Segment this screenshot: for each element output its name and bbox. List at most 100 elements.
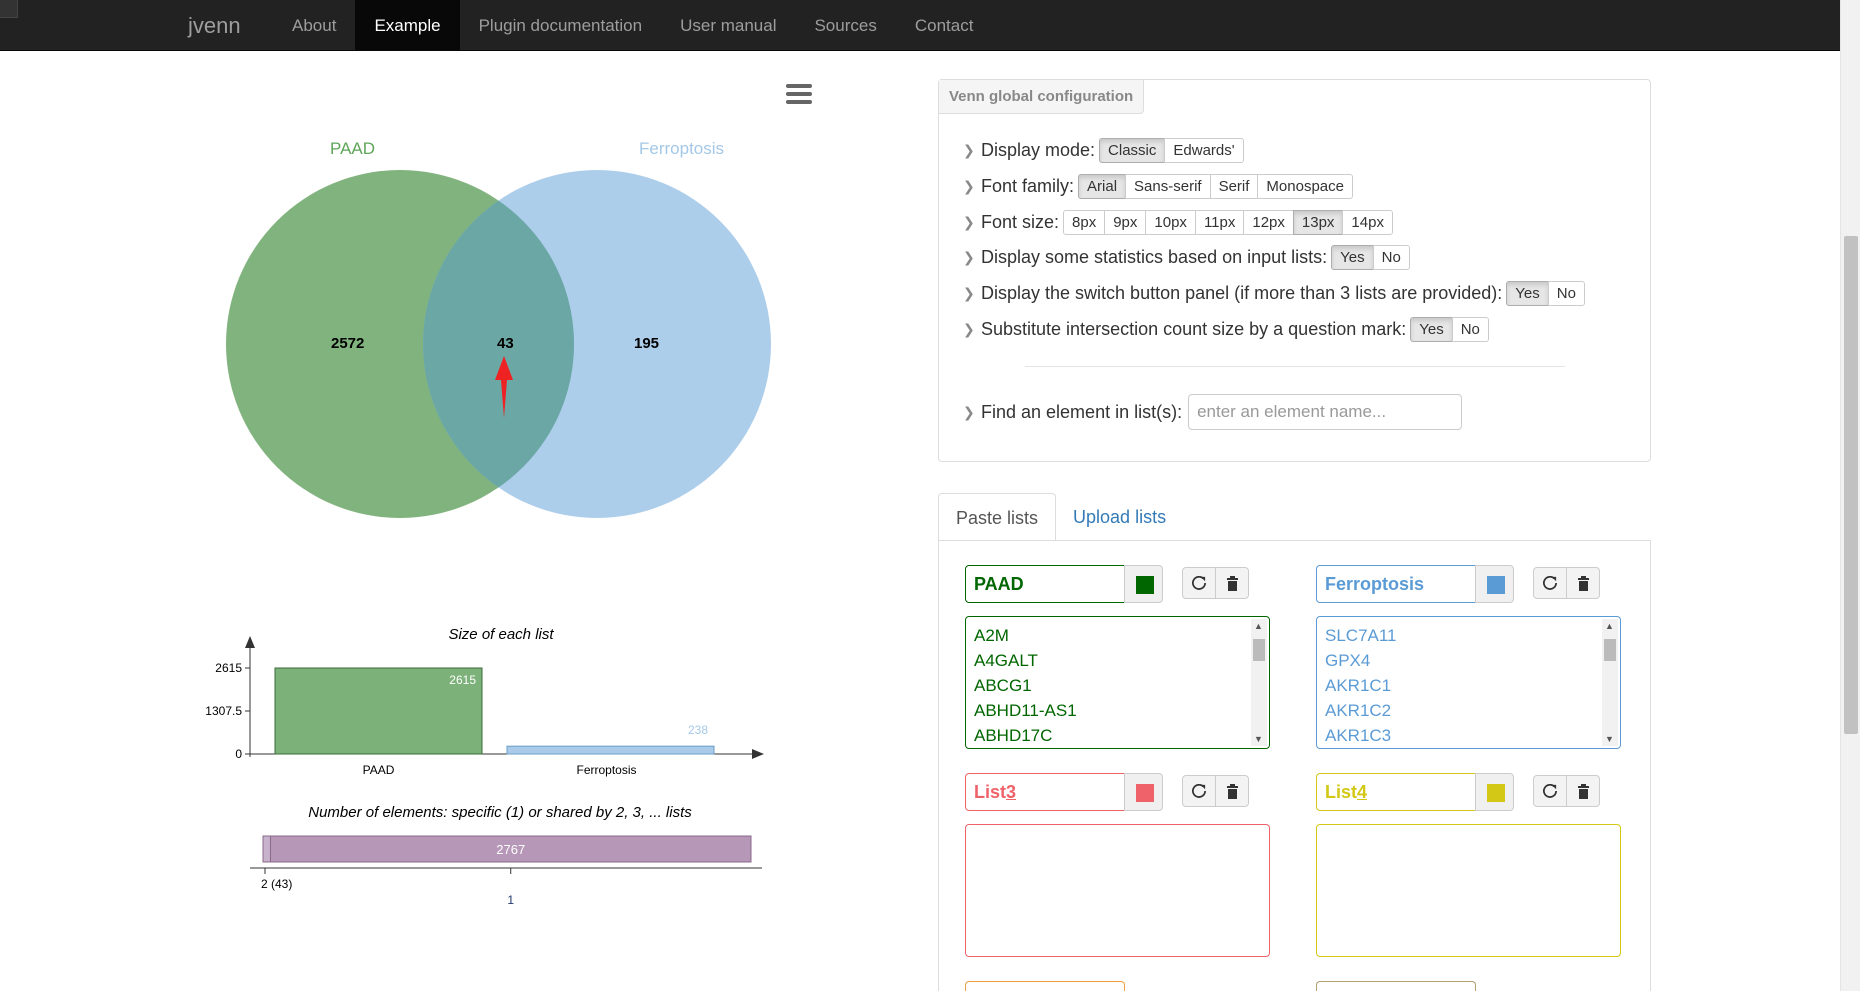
page-scrollbar[interactable] [1840, 0, 1860, 991]
color-picker-button[interactable] [1475, 565, 1514, 603]
refresh-icon[interactable] [1533, 567, 1567, 599]
list-item: ABHD17C [974, 726, 1053, 745]
font-size-13px[interactable]: 13px [1292, 210, 1344, 235]
list-name-input[interactable]: List 4 [1316, 773, 1476, 811]
font-size-14px[interactable]: 14px [1342, 210, 1393, 235]
color-picker-button[interactable] [1475, 773, 1514, 811]
font-family-monospace[interactable]: Monospace [1257, 174, 1353, 199]
venn-global-configuration: Venn global configuration ❯ Display mode… [938, 79, 1651, 462]
chevron-right-icon: ❯ [963, 249, 975, 265]
list-name-prefix: List [974, 781, 1007, 802]
x-tick-label: PAAD [363, 763, 395, 777]
font-size-9px[interactable]: 9px [1104, 210, 1147, 235]
display-mode-edwards[interactable]: Edwards' [1164, 138, 1244, 163]
statistics-no[interactable]: No [1372, 245, 1410, 270]
nav-example[interactable]: Example [355, 0, 460, 51]
venn-count-paad-only[interactable]: 2572 [331, 335, 364, 352]
list-actions [1533, 567, 1600, 599]
trash-icon[interactable] [1215, 775, 1249, 807]
font-size-12px[interactable]: 12px [1243, 210, 1294, 235]
question-mark-yes[interactable]: Yes [1410, 317, 1453, 342]
list-name-input[interactable]: PAAD [965, 565, 1125, 603]
font-family-sans-serif[interactable]: Sans-serif [1125, 174, 1211, 199]
question-mark-no[interactable]: No [1451, 317, 1489, 342]
nav-about[interactable]: About [273, 0, 355, 51]
option-label: Font size: [981, 212, 1060, 232]
x-tick-label: Ferroptosis [576, 763, 636, 777]
option-find-element: ❯ Find an element in list(s): enter an e… [963, 394, 1463, 430]
option-label: Substitute intersection count size by a … [981, 319, 1407, 339]
tab-upload-lists[interactable]: Upload lists [1056, 493, 1183, 541]
config-title: Venn global configuration [939, 80, 1145, 114]
venn-count-ferroptosis-only[interactable]: 195 [634, 335, 659, 352]
bar-value-label: 2615 [449, 673, 476, 687]
textarea-scrollbar[interactable]: ▲ ▼ [1602, 619, 1618, 746]
option-switch-panel: ❯ Display the switch button panel (if mo… [963, 281, 1585, 306]
chevron-right-icon: ❯ [963, 214, 975, 230]
venn-label-ferroptosis: Ferroptosis [639, 139, 724, 158]
font-size-10px[interactable]: 10px [1145, 210, 1196, 235]
list-name-input[interactable]: List 3 [965, 773, 1125, 811]
color-swatch [1136, 784, 1154, 802]
font-family-serif[interactable]: Serif [1209, 174, 1259, 199]
question-mark-buttons: Yes No [1410, 317, 1489, 342]
venn-figure: PAAD Ferroptosis 2572 43 195 Size of eac… [205, 139, 771, 907]
list-name-input[interactable]: Ferroptosis [1316, 565, 1476, 603]
chevron-right-icon: ❯ [963, 285, 975, 301]
list-name-input-6[interactable] [1316, 981, 1476, 991]
venn-count-shared[interactable]: 43 [497, 335, 514, 352]
list-textarea-paad[interactable]: A2M A4GALT ABCG1 ABHD11-AS1 ABHD17C ▲ ▼ [965, 616, 1270, 749]
trash-icon[interactable] [1566, 775, 1600, 807]
trash-icon[interactable] [1566, 567, 1600, 599]
font-size-8px[interactable]: 8px [1063, 210, 1106, 235]
statistics-yes[interactable]: Yes [1331, 245, 1374, 270]
refresh-icon[interactable] [1533, 775, 1567, 807]
list-textarea-4[interactable] [1316, 824, 1621, 957]
main-nav: About Example Plugin documentation User … [273, 0, 992, 51]
nav-user-manual[interactable]: User manual [661, 0, 795, 51]
refresh-icon[interactable] [1182, 567, 1216, 599]
color-picker-button[interactable] [1124, 773, 1163, 811]
color-picker-button[interactable] [1124, 565, 1163, 603]
paste-lists-panel: PAAD A2M A4GALT ABCG1 ABHD11-AS1 ABHD17C… [938, 540, 1651, 991]
switch-panel-no[interactable]: No [1547, 281, 1585, 306]
nav-plugin-documentation[interactable]: Plugin documentation [460, 0, 662, 51]
bar-ferroptosis [506, 745, 715, 755]
list-item: A2M [974, 626, 1009, 645]
bar-value-label: 238 [688, 723, 708, 737]
option-statistics: ❯ Display some statistics based on input… [963, 245, 1410, 270]
find-label: Find an element in list(s): [981, 401, 1183, 422]
option-font-size: ❯ Font size: 8px 9px 10px 11px 12px 13px… [963, 210, 1393, 235]
find-element-input[interactable]: enter an element name... [1188, 394, 1463, 430]
textarea-scrollbar[interactable]: ▲ ▼ [1251, 619, 1267, 746]
nav-contact[interactable]: Contact [896, 0, 993, 51]
nav-sources[interactable]: Sources [795, 0, 895, 51]
scrollbar-thumb[interactable] [1844, 236, 1858, 734]
switch-panel-yes[interactable]: Yes [1506, 281, 1549, 306]
list-textarea-3[interactable] [965, 824, 1270, 957]
top-navbar: jvenn About Example Plugin documentation… [0, 0, 1840, 51]
list-tabs: Paste lists Upload lists [938, 493, 1183, 541]
switch-panel-buttons: Yes No [1506, 281, 1585, 306]
list-item: ABCG1 [974, 676, 1032, 695]
list-actions [1533, 775, 1600, 807]
font-family-arial[interactable]: Arial [1078, 174, 1127, 199]
font-size-buttons: 8px 9px 10px 11px 12px 13px 14px [1063, 210, 1393, 235]
list-item: ABHD11-AS1 [974, 701, 1077, 720]
tab-paste-lists[interactable]: Paste lists [938, 493, 1057, 541]
chevron-right-icon: ❯ [963, 403, 975, 420]
font-size-11px[interactable]: 11px [1194, 210, 1245, 235]
venn-menu-hamburger-icon[interactable] [786, 84, 812, 106]
list-item: AKR1C2 [1325, 701, 1392, 720]
venn-label-paad: PAAD [330, 139, 375, 158]
list-name-input-5[interactable] [965, 981, 1125, 991]
trash-icon[interactable] [1215, 567, 1249, 599]
chevron-right-icon: ❯ [963, 178, 975, 194]
display-mode-classic[interactable]: Classic [1099, 138, 1166, 163]
list-textarea-ferroptosis[interactable]: SLC7A11 GPX4 AKR1C1 AKR1C2 AKR1C3 ▲ ▼ [1316, 616, 1621, 749]
shared-bar-value-label: 2767 [496, 842, 525, 857]
option-label: Display some statistics based on input l… [981, 247, 1328, 267]
refresh-icon[interactable] [1182, 775, 1216, 807]
brand-logo[interactable]: jvenn [188, 13, 241, 39]
list-actions [1182, 775, 1249, 807]
